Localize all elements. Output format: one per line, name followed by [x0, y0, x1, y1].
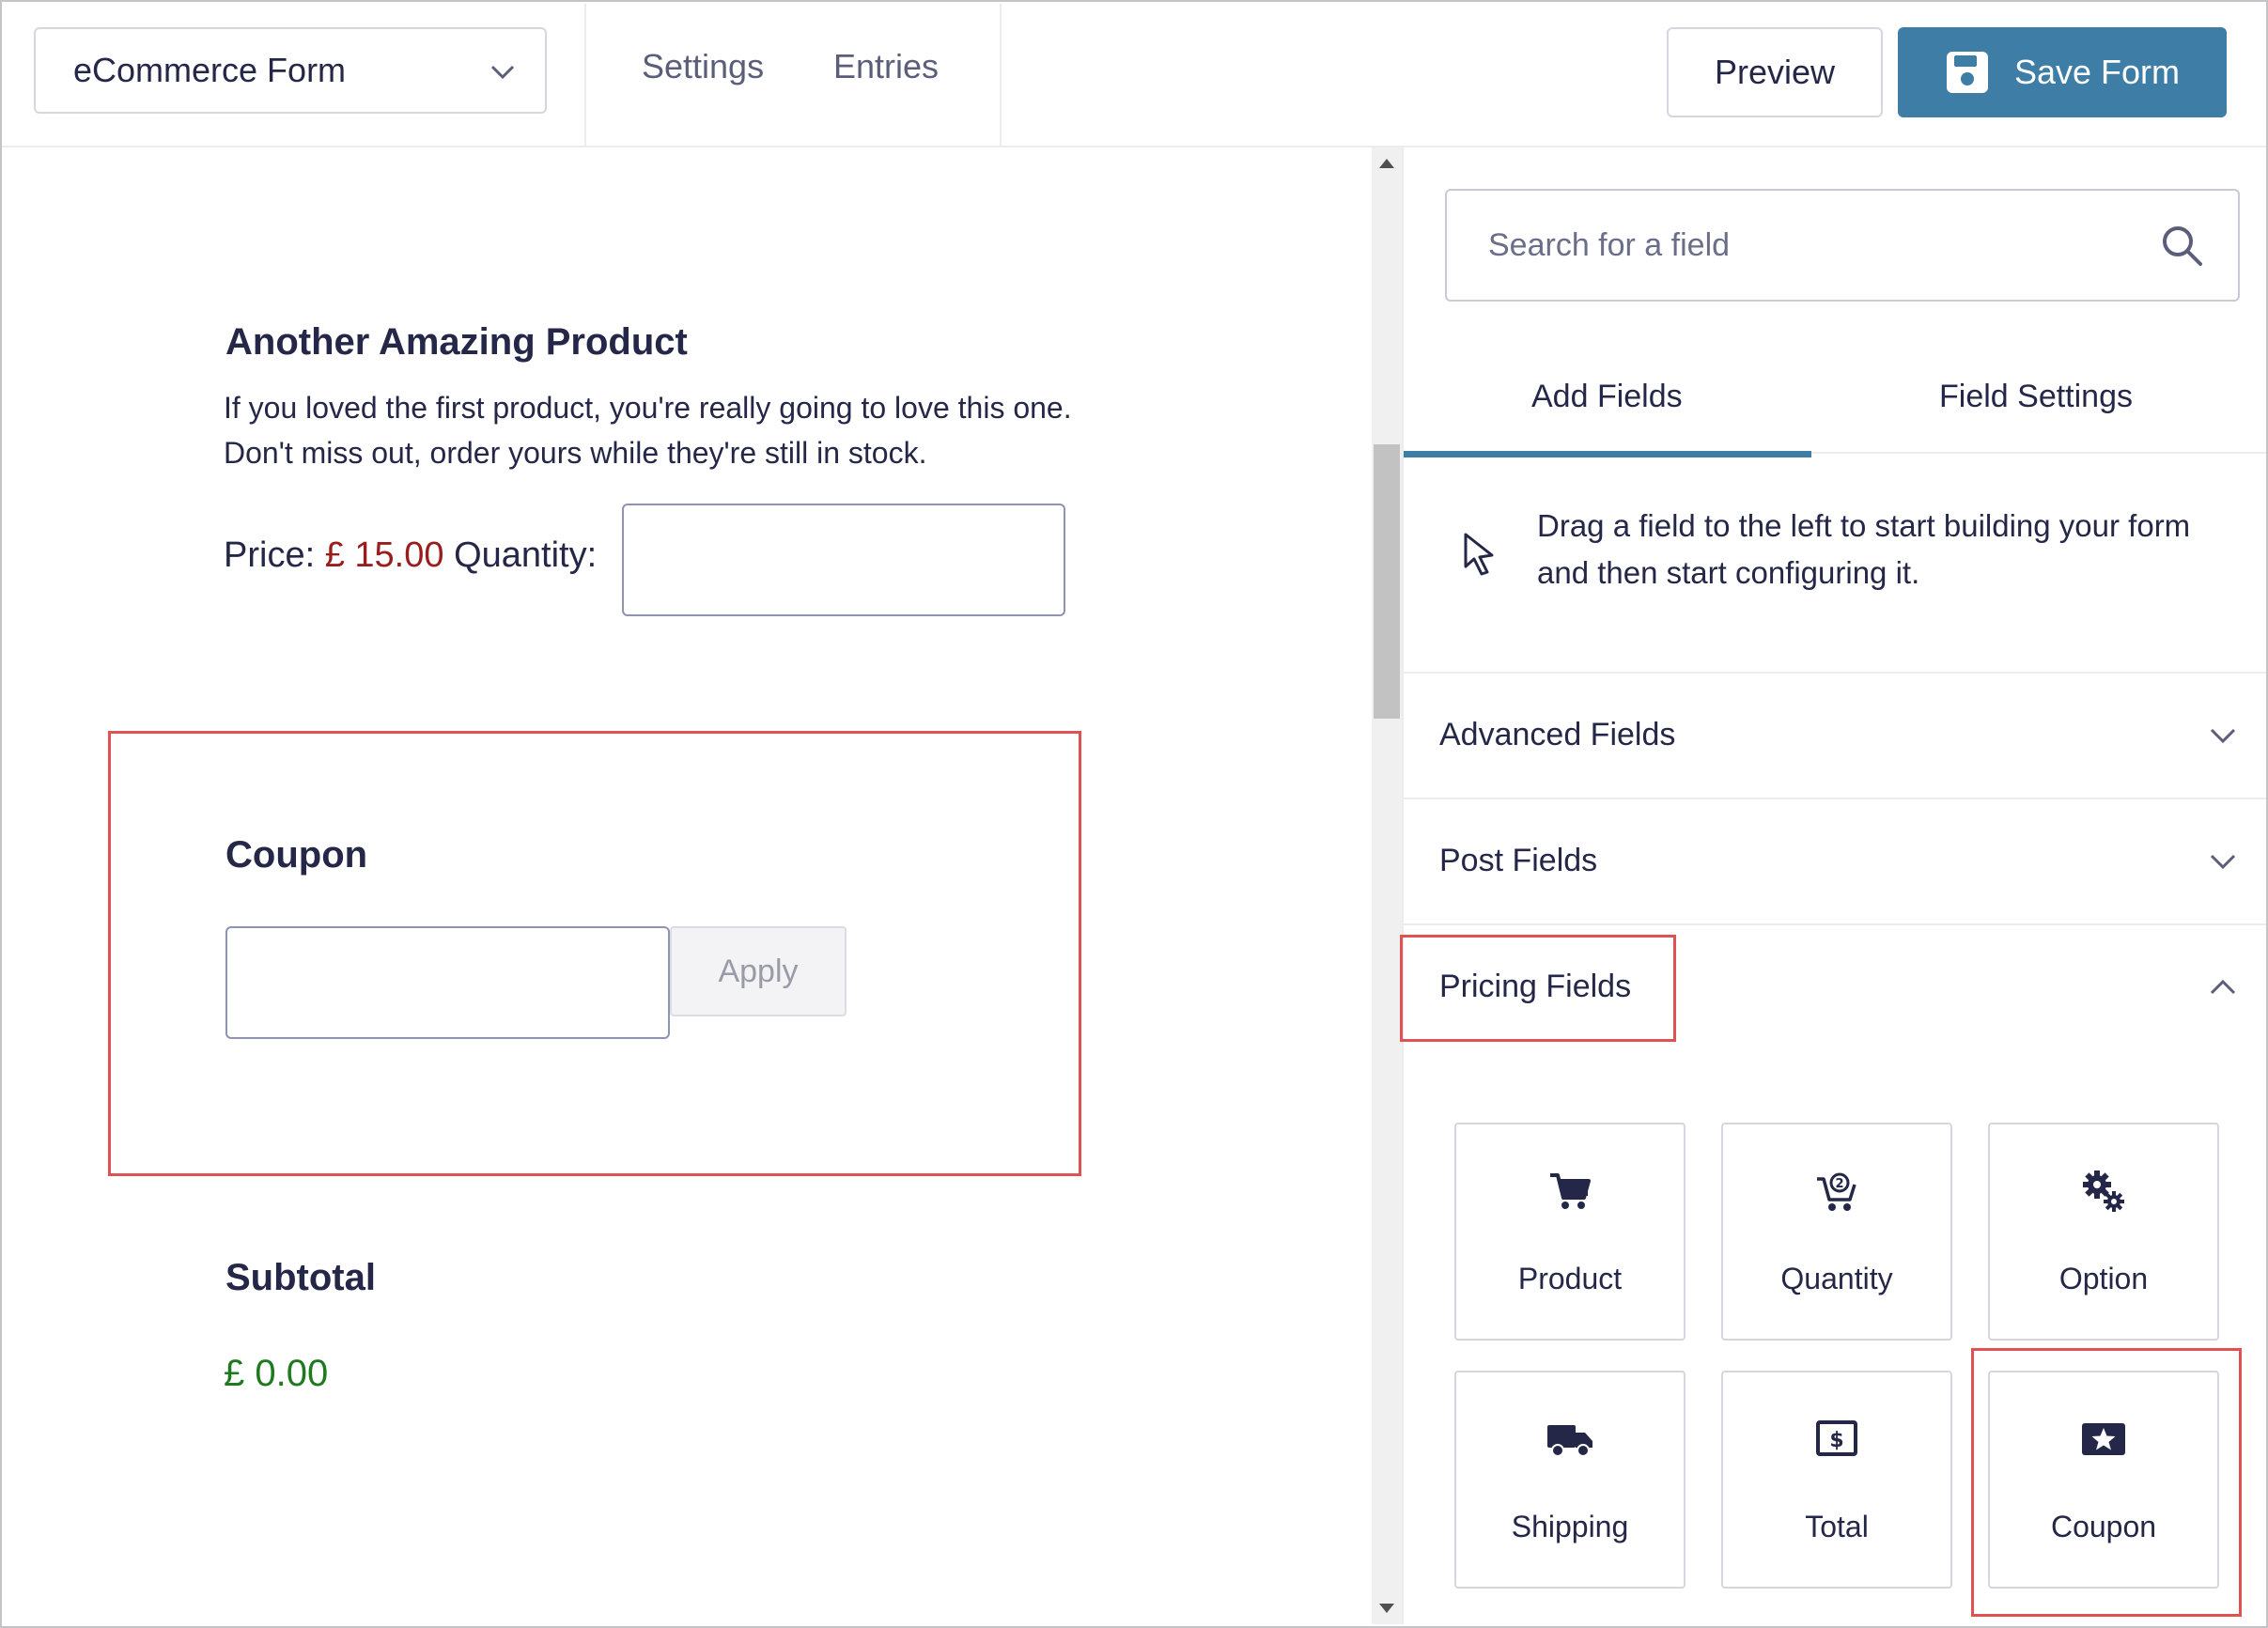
- preview-button[interactable]: Preview: [1667, 27, 1883, 117]
- canvas-scrollbar[interactable]: [1372, 147, 1402, 1624]
- price-label: Price:: [224, 535, 316, 575]
- truck-icon: [1547, 1425, 1592, 1457]
- field-tile-label: Quantity: [1780, 1262, 1893, 1295]
- product-description: If you loved the first product, you're r…: [224, 385, 1257, 475]
- tab-add-fields[interactable]: Add Fields: [1531, 379, 1683, 415]
- field-tile-label: Shipping: [1511, 1510, 1629, 1543]
- field-tile-total[interactable]: $ Total: [1721, 1371, 1952, 1589]
- search-placeholder: Search for a field: [1488, 226, 1731, 263]
- form-switcher-label: eCommerce Form: [73, 51, 347, 89]
- section-label: Advanced Fields: [1439, 717, 1676, 752]
- quantity-input[interactable]: [622, 504, 1065, 616]
- field-tile-label: Product: [1517, 1262, 1623, 1295]
- coupon-title: Coupon: [225, 834, 368, 876]
- active-tab-indicator: [1404, 451, 1811, 457]
- save-form-label: Save Form: [2013, 53, 2181, 91]
- field-tile-option[interactable]: Option: [1988, 1123, 2219, 1341]
- product-description-line: If you loved the first product, you're r…: [224, 391, 1072, 425]
- section-post-fields[interactable]: Post Fields: [1404, 798, 2266, 923]
- product-title: Another Amazing Product: [225, 321, 688, 363]
- scroll-down-arrow-icon[interactable]: [1379, 1604, 1394, 1613]
- nav-entries-link[interactable]: Entries: [833, 47, 939, 86]
- chevron-down-icon: [2210, 728, 2236, 744]
- section-label: Post Fields: [1439, 843, 1598, 878]
- coupon-code-input[interactable]: [225, 926, 670, 1039]
- field-tile-shipping[interactable]: Shipping: [1454, 1371, 1685, 1589]
- cart-quantity-icon: 2: [1817, 1172, 1856, 1211]
- chevron-down-icon: [490, 65, 515, 80]
- chevron-up-icon: [2210, 979, 2236, 995]
- tab-field-settings[interactable]: Field Settings: [1939, 379, 2133, 415]
- field-search-input[interactable]: Search for a field: [1445, 189, 2240, 302]
- field-tile-quantity[interactable]: 2 Quantity: [1721, 1123, 1952, 1341]
- top-bar: eCommerce Form Settings Entries Preview …: [2, 2, 2266, 147]
- section-advanced-fields[interactable]: Advanced Fields: [1404, 672, 2266, 798]
- pricing-fields-highlight: [1400, 935, 1676, 1042]
- cart-icon: [1550, 1173, 1591, 1209]
- price-row: Price: £ 15.00 Quantity:: [224, 535, 597, 576]
- floppy-disk-icon: [1946, 52, 1988, 93]
- svg-text:$: $: [1829, 1429, 1843, 1452]
- gears-icon: [2083, 1171, 2124, 1212]
- cursor-pointer-icon: [1464, 533, 1494, 576]
- topbar-separator: [584, 4, 586, 147]
- apply-coupon-button[interactable]: Apply: [670, 926, 847, 1016]
- form-switcher-dropdown[interactable]: eCommerce Form: [34, 27, 547, 114]
- scrollbar-thumb[interactable]: [1374, 444, 1400, 719]
- subtotal-value: £ 0.00: [224, 1353, 329, 1394]
- drag-hint-text: Drag a field to the left to start buildi…: [1537, 508, 2191, 590]
- chevron-down-icon: [2210, 854, 2236, 870]
- field-tile-product[interactable]: Product: [1454, 1123, 1685, 1341]
- subtotal-title: Subtotal: [225, 1257, 376, 1298]
- coupon-tile-highlight: [1971, 1348, 2242, 1617]
- price-value: £ 15.00: [324, 535, 444, 575]
- field-tile-label: Option: [2058, 1262, 2149, 1295]
- scroll-up-arrow-icon[interactable]: [1379, 159, 1394, 168]
- dollar-box-icon: $: [1816, 1420, 1857, 1456]
- topbar-separator: [1000, 4, 1002, 147]
- svg-text:2: 2: [1835, 1177, 1843, 1191]
- nav-settings-link[interactable]: Settings: [642, 47, 764, 86]
- quantity-label: Quantity:: [454, 535, 598, 575]
- product-description-line: Don't miss out, order yours while they'r…: [224, 436, 927, 470]
- field-sidebar: Search for a field Add Fields Field Sett…: [1400, 147, 2266, 1624]
- search-icon: [2163, 226, 2202, 266]
- save-form-button[interactable]: Save Form: [1898, 27, 2227, 117]
- field-tile-label: Total: [1805, 1510, 1869, 1543]
